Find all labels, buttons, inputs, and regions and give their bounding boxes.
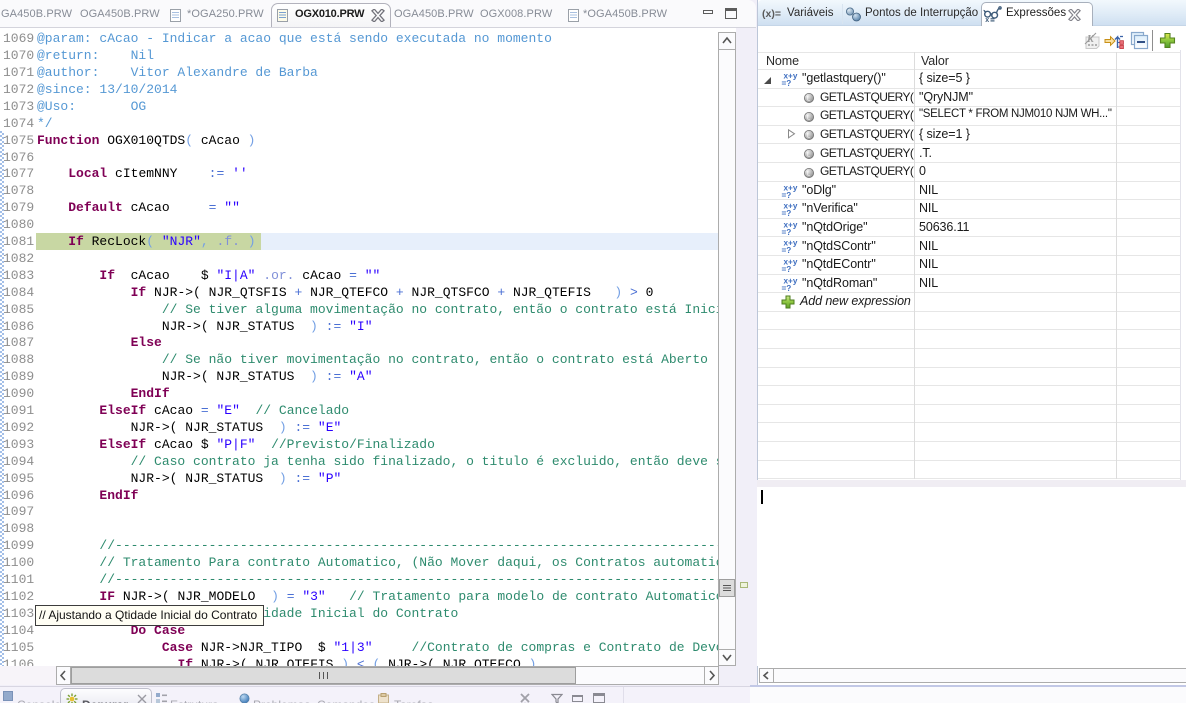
svg-text:=?: =? — [782, 191, 792, 198]
svg-text:=?: =? — [782, 209, 792, 216]
svg-text:=?: =? — [782, 79, 792, 86]
svg-text:=?: =? — [782, 228, 792, 235]
svg-text:x: x — [985, 17, 989, 22]
svg-text:=?: =? — [782, 284, 792, 291]
svg-text:=?: =? — [782, 246, 792, 253]
svg-text:=?: =? — [782, 265, 792, 272]
